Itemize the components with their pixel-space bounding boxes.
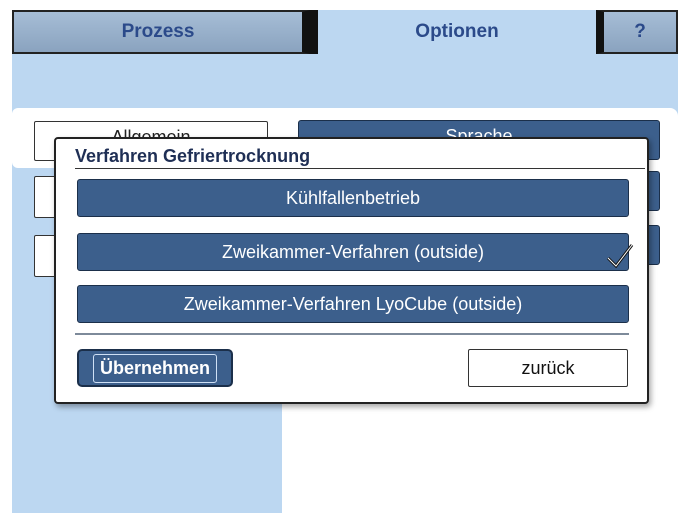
option-zweikammer-lyocube[interactable]: Zweikammer-Verfahren LyoCube (outside) <box>77 285 629 323</box>
dialog-title: Verfahren Gefriertrocknung <box>75 146 311 166</box>
option-zweikammer-outside[interactable]: Zweikammer-Verfahren (outside) <box>77 233 629 271</box>
tab-optionen[interactable]: Optionen <box>310 10 596 54</box>
back-button[interactable]: zurück <box>468 349 628 387</box>
procedure-dialog: Verfahren Gefriertrocknung Kühlfallenbet… <box>54 137 649 404</box>
checkmark-icon <box>606 244 634 269</box>
apply-button-label: Übernehmen <box>92 353 218 383</box>
option-kuehlfallenbetrieb[interactable]: Kühlfallenbetrieb <box>77 179 629 217</box>
tab-help[interactable]: ? <box>596 10 678 54</box>
tab-help-label: ? <box>634 21 646 42</box>
apply-button[interactable]: Übernehmen <box>77 349 233 387</box>
title-divider <box>75 168 645 169</box>
bottom-divider <box>75 333 629 335</box>
tab-prozess-label: Prozess <box>121 21 195 42</box>
tab-prozess[interactable]: Prozess <box>12 10 310 54</box>
option-label: Zweikammer-Verfahren LyoCube (outside) <box>183 293 523 314</box>
option-label: Zweikammer-Verfahren (outside) <box>221 241 485 262</box>
back-button-label: zurück <box>521 357 575 378</box>
tab-optionen-label: Optionen <box>415 21 499 42</box>
option-label: Kühlfallenbetrieb <box>285 187 421 208</box>
